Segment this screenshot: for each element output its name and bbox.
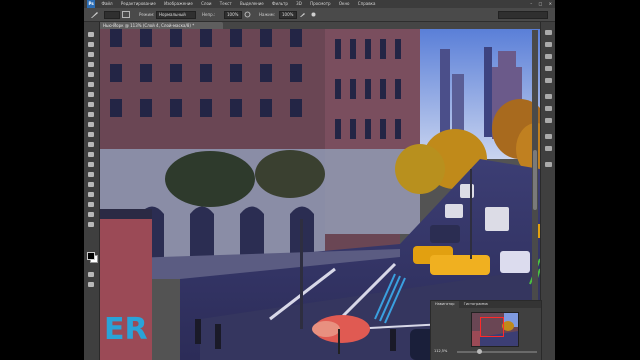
clone-stamp-tool-icon[interactable] — [88, 112, 94, 117]
menu-select[interactable]: Выделение — [240, 0, 264, 8]
menu-window[interactable]: Окно — [339, 0, 350, 8]
menu-filter[interactable]: Фильтр — [272, 0, 288, 8]
pen-tool-icon[interactable] — [88, 172, 94, 177]
quick-mask-icon[interactable] — [88, 272, 94, 277]
crop-tool-icon[interactable] — [88, 72, 94, 77]
options-bar: Режим: Нормальный Непр.: 100% Нажим: 100… — [84, 8, 555, 22]
eraser-tool-icon[interactable] — [88, 132, 94, 137]
tab-histogram[interactable]: Гистограмма — [460, 301, 492, 308]
screen-mode-icon[interactable] — [88, 282, 94, 287]
canvas-scrollbar[interactable] — [532, 30, 538, 300]
swatches-panel-icon[interactable] — [545, 78, 552, 83]
airbrush-icon[interactable] — [299, 11, 306, 18]
workspace-switcher[interactable] — [498, 11, 548, 19]
navigator-view-box[interactable] — [480, 317, 504, 337]
marquee-tool-icon[interactable] — [88, 42, 94, 47]
brush-tool-icon[interactable] — [90, 10, 99, 19]
menu-bar: Ps Файл Редактирование Изображение Слои … — [84, 0, 555, 8]
document-tab[interactable]: Нью-Йорк @ 113% (Слой 4, Слой-маска/8) * — [100, 22, 223, 29]
brush-panel-icon[interactable] — [122, 11, 130, 18]
quick-select-tool-icon[interactable] — [88, 62, 94, 67]
navigator-panel: Навигатор Гистограмма 112,5% — [430, 300, 542, 360]
hand-tool-icon[interactable] — [88, 212, 94, 217]
zoom-tool-icon[interactable] — [88, 222, 94, 227]
pressure-input[interactable]: 100% — [279, 11, 297, 19]
dodge-tool-icon[interactable] — [88, 162, 94, 167]
tablet-pressure-icon[interactable] — [310, 11, 317, 18]
menu-image[interactable]: Изображение — [164, 0, 193, 8]
gradient-tool-icon[interactable] — [88, 142, 94, 147]
brush-tool-icon[interactable] — [88, 102, 94, 107]
lasso-tool-icon[interactable] — [88, 52, 94, 57]
right-panel-dock — [540, 22, 555, 360]
brush-size-picker[interactable] — [104, 11, 120, 19]
storefront-sign: ER — [104, 312, 148, 347]
pressure-opacity-icon[interactable] — [244, 11, 251, 18]
minimize-button[interactable]: – — [530, 0, 532, 8]
healing-tool-icon[interactable] — [88, 92, 94, 97]
navigator-zoom-knob[interactable] — [477, 349, 482, 354]
navigator-zoom-slider[interactable] — [457, 349, 537, 354]
navigator-tabs: Навигатор Гистограмма — [431, 301, 541, 308]
tool-presets-icon[interactable] — [545, 162, 552, 167]
menu-layers[interactable]: Слои — [201, 0, 211, 8]
character-panel-icon[interactable] — [545, 134, 552, 139]
photoshop-window: Ps Файл Редактирование Изображение Слои … — [84, 0, 555, 360]
type-tool-icon[interactable] — [88, 182, 94, 187]
adjustments-panel-icon[interactable] — [545, 66, 552, 71]
menu-view[interactable]: Просмотр — [310, 0, 331, 8]
navigator-zoom-value[interactable]: 112,5% — [434, 349, 447, 353]
mode-select[interactable]: Нормальный — [156, 11, 196, 19]
shape-tool-icon[interactable] — [88, 202, 94, 207]
move-tool-icon[interactable] — [88, 32, 94, 37]
channels-panel-icon[interactable] — [545, 106, 552, 111]
properties-panel-icon[interactable] — [545, 42, 552, 47]
opacity-label: Непр.: — [202, 12, 216, 17]
history-brush-tool-icon[interactable] — [88, 122, 94, 127]
brush-presets-icon[interactable] — [545, 54, 552, 59]
canvas-scrollbar-thumb[interactable] — [533, 150, 537, 210]
window-controls: – □ ✕ — [525, 0, 552, 8]
close-button[interactable]: ✕ — [549, 0, 552, 8]
ps-logo: Ps — [87, 0, 96, 8]
blur-tool-icon[interactable] — [88, 152, 94, 157]
foreground-color-swatch[interactable] — [87, 252, 95, 260]
menu-file[interactable]: Файл — [102, 0, 113, 8]
path-select-tool-icon[interactable] — [88, 192, 94, 197]
menu-help[interactable]: Справка — [358, 0, 376, 8]
layers-panel-icon[interactable] — [545, 94, 552, 99]
pressure-label: Нажим: — [259, 12, 276, 17]
menu-3d[interactable]: 3D — [296, 0, 302, 8]
paths-panel-icon[interactable] — [545, 118, 552, 123]
menu-edit[interactable]: Редактирование — [121, 0, 156, 8]
menu-type[interactable]: Текст — [220, 0, 232, 8]
maximize-button[interactable]: □ — [539, 0, 543, 8]
history-panel-icon[interactable] — [545, 30, 552, 35]
opacity-input[interactable]: 100% — [224, 11, 242, 19]
tab-navigator[interactable]: Навигатор — [431, 301, 459, 308]
mode-label: Режим: — [139, 12, 155, 17]
tools-panel — [84, 22, 100, 360]
navigator-thumbnail[interactable] — [471, 312, 519, 347]
eyedropper-tool-icon[interactable] — [88, 82, 94, 87]
paragraph-panel-icon[interactable] — [545, 146, 552, 151]
